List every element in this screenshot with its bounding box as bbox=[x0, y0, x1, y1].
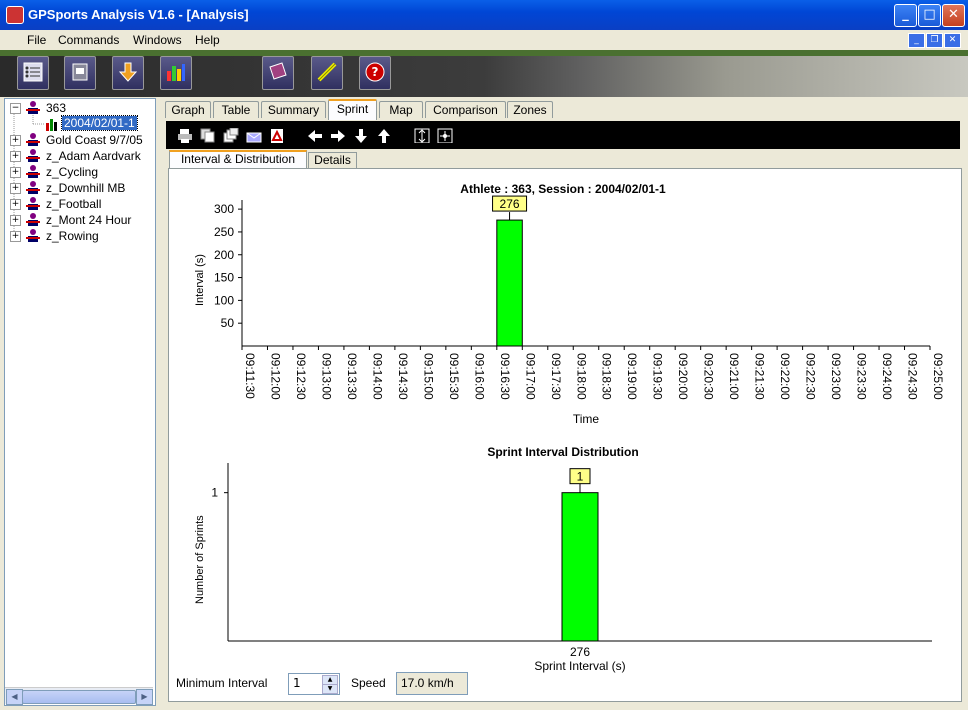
interval-y-tick-label: 150 bbox=[214, 271, 234, 285]
interval-x-tick-label: 09:11:30 bbox=[243, 353, 257, 399]
interval-y-tick-label: 100 bbox=[214, 293, 234, 307]
interval-x-tick-label: 09:22:30 bbox=[804, 353, 818, 400]
interval-y-tick-label: 300 bbox=[214, 202, 234, 216]
interval-x-tick-label: 09:19:30 bbox=[651, 353, 665, 400]
distribution-x-axis-label: Sprint Interval (s) bbox=[534, 659, 625, 673]
interval-x-tick-label: 09:24:00 bbox=[880, 353, 894, 400]
interval-y-tick-label: 250 bbox=[214, 225, 234, 239]
interval-bar bbox=[496, 219, 523, 347]
speed-field: 17.0 km/h bbox=[396, 672, 468, 695]
interval-x-tick-label: 09:24:30 bbox=[906, 353, 920, 400]
interval-x-tick-label: 09:19:00 bbox=[625, 353, 639, 400]
interval-x-tick-label: 09:17:00 bbox=[523, 353, 537, 400]
interval-x-tick-label: 09:21:30 bbox=[753, 353, 767, 400]
speed-value: 17.0 km/h bbox=[401, 676, 454, 690]
interval-x-tick-label: 09:15:30 bbox=[447, 353, 461, 400]
interval-x-tick-label: 09:14:30 bbox=[396, 353, 410, 400]
interval-x-tick-label: 09:14:00 bbox=[370, 353, 384, 400]
interval-x-tick-label: 09:22:00 bbox=[778, 353, 792, 400]
min-interval-label: Minimum Interval bbox=[176, 676, 268, 690]
spin-down-icon[interactable]: ▼ bbox=[322, 684, 338, 694]
interval-y-tick-label: 200 bbox=[214, 248, 234, 262]
interval-x-tick-label: 09:25:00 bbox=[931, 353, 945, 400]
interval-x-tick-label: 09:15:00 bbox=[421, 353, 435, 400]
interval-x-tick-label: 09:16:00 bbox=[472, 353, 486, 400]
interval-x-tick-label: 09:16:30 bbox=[498, 353, 512, 400]
interval-x-tick-label: 09:23:00 bbox=[829, 353, 843, 400]
distribution-x-tick-label: 276 bbox=[570, 645, 590, 659]
interval-x-tick-label: 09:13:30 bbox=[345, 353, 359, 400]
interval-x-tick-label: 09:12:00 bbox=[268, 353, 282, 400]
interval-x-tick-label: 09:20:30 bbox=[702, 353, 716, 400]
interval-y-tick-label: 50 bbox=[221, 316, 235, 330]
distribution-bar bbox=[561, 492, 599, 642]
interval-x-tick-label: 09:12:30 bbox=[294, 353, 308, 400]
interval-x-tick-label: 09:20:00 bbox=[676, 353, 690, 400]
interval-x-tick-label: 09:17:30 bbox=[549, 353, 563, 400]
interval-x-axis-label: Time bbox=[573, 412, 600, 426]
interval-x-tick-label: 09:18:00 bbox=[574, 353, 588, 400]
min-interval-value: 1 bbox=[293, 676, 301, 690]
min-interval-stepper[interactable]: 1 ▲ ▼ bbox=[288, 673, 340, 695]
distribution-y-tick-label: 1 bbox=[211, 486, 218, 500]
interval-x-tick-label: 09:13:00 bbox=[319, 353, 333, 400]
interval-x-tick-label: 09:21:00 bbox=[727, 353, 741, 400]
interval-bar-label: 276 bbox=[500, 197, 520, 211]
distribution-bar-label: 1 bbox=[577, 470, 584, 484]
speed-label: Speed bbox=[351, 676, 386, 690]
interval-x-tick-label: 09:18:30 bbox=[600, 353, 614, 400]
interval-chart: 50 100 150 200 250 300 09:11:30 09:12:00 09:12:3… bbox=[211, 195, 945, 673]
interval-x-tick-label: 09:23:30 bbox=[855, 353, 869, 400]
